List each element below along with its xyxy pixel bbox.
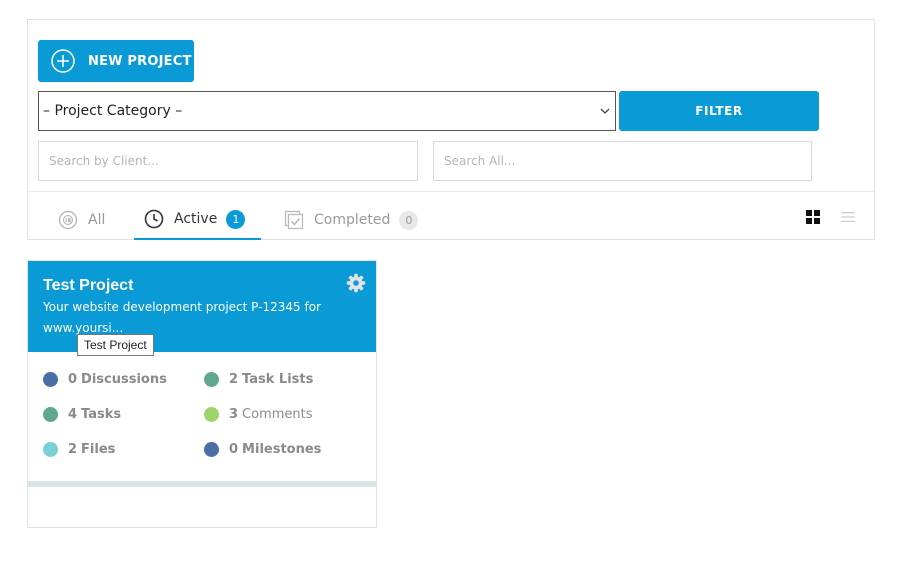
task-lists-label: Task Lists xyxy=(242,372,314,387)
projects-filter-panel: NEW PROJECT – Project Category – FILTER … xyxy=(27,19,875,240)
milestones-label: Milestones xyxy=(242,442,322,457)
stat-task-lists[interactable]: 2 Task Lists xyxy=(204,372,313,387)
milestones-count: 0 xyxy=(229,442,239,457)
tabs-divider xyxy=(28,191,874,192)
tab-active[interactable]: Active 1 xyxy=(134,200,261,240)
stat-tasks[interactable]: 4 Tasks xyxy=(43,407,121,422)
new-project-label: NEW PROJECT xyxy=(88,53,192,69)
tab-all-label: All xyxy=(88,212,106,228)
files-dot xyxy=(43,442,58,457)
grid-view-icon[interactable] xyxy=(805,209,821,225)
tasks-count: 4 xyxy=(68,407,78,422)
project-title-tooltip: Test Project xyxy=(77,334,154,356)
tasks-label: Tasks xyxy=(81,407,122,422)
tab-completed[interactable]: Completed 0 xyxy=(284,200,419,240)
comments-label: Comments xyxy=(242,407,313,422)
files-label: Files xyxy=(81,442,116,457)
completed-check-icon xyxy=(284,210,304,230)
active-count-badge: 1 xyxy=(226,209,246,229)
discussions-label: Discussions xyxy=(81,372,167,387)
search-all-input[interactable] xyxy=(433,141,812,181)
project-category-select[interactable]: – Project Category – xyxy=(38,91,616,131)
new-project-button[interactable]: NEW PROJECT xyxy=(38,40,194,82)
project-progress-bar xyxy=(28,481,376,487)
tab-active-label: Active xyxy=(174,211,218,227)
chevron-down-icon xyxy=(600,108,610,114)
files-count: 2 xyxy=(68,442,78,457)
stat-files[interactable]: 2 Files xyxy=(43,442,115,457)
stat-milestones[interactable]: 0 Milestones xyxy=(204,442,321,457)
project-card: Test Project Your website development pr… xyxy=(27,260,377,528)
task-lists-dot xyxy=(204,372,219,387)
project-description: Your website development project P-12345… xyxy=(43,300,321,335)
clock-icon xyxy=(144,209,164,229)
project-title[interactable]: Test Project xyxy=(43,277,133,295)
comments-count: 3 xyxy=(229,407,239,422)
list-view-icon[interactable] xyxy=(840,209,856,225)
stat-discussions[interactable]: 0 Discussions xyxy=(43,372,167,387)
tasks-dot xyxy=(43,407,58,422)
discussions-count: 0 xyxy=(68,372,78,387)
completed-count-badge: 0 xyxy=(399,210,419,230)
comments-dot xyxy=(204,407,219,422)
filter-button[interactable]: FILTER xyxy=(619,91,819,131)
stat-comments[interactable]: 3 Comments xyxy=(204,407,313,422)
task-lists-count: 2 xyxy=(229,372,239,387)
plus-circle-icon xyxy=(51,49,75,73)
tab-all[interactable]: All xyxy=(58,200,105,240)
all-projects-icon xyxy=(58,210,78,230)
discussions-dot xyxy=(43,372,58,387)
project-category-value: – Project Category – xyxy=(43,103,183,119)
tab-completed-label: Completed xyxy=(314,212,391,228)
search-client-input[interactable] xyxy=(38,141,418,181)
gear-icon[interactable] xyxy=(346,273,366,293)
milestones-dot xyxy=(204,442,219,457)
